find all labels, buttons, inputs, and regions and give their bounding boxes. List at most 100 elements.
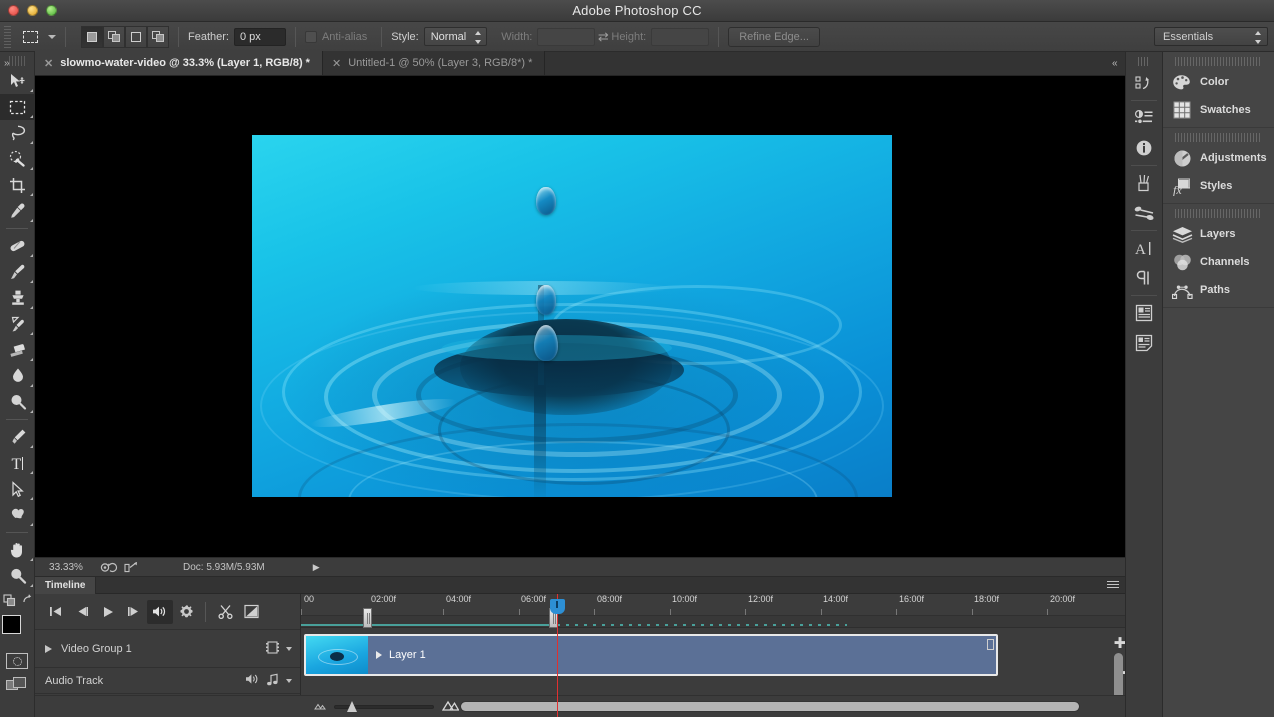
info-panel-icon[interactable] <box>1126 133 1162 163</box>
panel-button-color[interactable]: Color <box>1163 68 1274 96</box>
new-selection-icon <box>87 31 97 42</box>
notes-panel-icon[interactable] <box>1126 298 1162 328</box>
zoom-tool[interactable] <box>0 563 35 589</box>
chevron-down-icon[interactable] <box>286 678 292 683</box>
move-tool[interactable] <box>0 68 35 94</box>
zoom-level-field[interactable]: 33.33% <box>35 562 97 573</box>
panel-button-swatches[interactable]: Swatches <box>1163 96 1274 124</box>
workspace-select[interactable]: Essentials <box>1154 27 1268 46</box>
audio-mute-button[interactable] <box>147 599 173 624</box>
previous-frame-button[interactable] <box>69 600 95 624</box>
large-thumbnails-icon[interactable] <box>441 700 460 714</box>
width-input[interactable] <box>537 27 596 46</box>
foreground-color-swatch[interactable] <box>2 615 21 634</box>
tab-timeline[interactable]: Timeline <box>35 576 97 594</box>
scrollbar-thumb[interactable] <box>461 702 1079 711</box>
screen-mode-button[interactable] <box>6 677 28 693</box>
timeline-settings-button[interactable] <box>173 600 199 624</box>
adjustments-panel-icon[interactable] <box>1126 103 1162 133</box>
transition-button[interactable] <box>238 600 264 624</box>
panel-button-channels[interactable]: Channels <box>1163 248 1274 276</box>
gradient-tool[interactable] <box>0 363 35 389</box>
default-colors-and-swap[interactable] <box>0 589 35 609</box>
zoom-slider-track[interactable] <box>334 700 434 712</box>
expand-arrow-icon[interactable]: ▶ <box>313 562 320 573</box>
properties-panel-icon[interactable] <box>1126 328 1162 358</box>
work-area-start-handle[interactable] <box>363 608 372 628</box>
quick-mask-mode-button[interactable] <box>6 653 28 669</box>
history-panel-icon[interactable] <box>1126 68 1162 98</box>
path-selection-tool[interactable] <box>0 476 35 502</box>
blur-tool[interactable] <box>0 389 35 415</box>
go-to-first-frame-button[interactable] <box>43 600 69 624</box>
speaker-icon[interactable] <box>245 673 259 688</box>
tool-corner-indicator <box>30 306 33 309</box>
chevron-right-icon[interactable] <box>45 644 52 653</box>
subtract-from-selection-button[interactable] <box>125 25 147 48</box>
tool-preset-chevron-down-icon[interactable] <box>48 34 56 39</box>
rectangular-marquee-tool[interactable] <box>0 94 35 120</box>
clone-stamp-tool[interactable] <box>0 285 35 311</box>
screen-mode-icon-front <box>13 677 26 688</box>
spot-healing-brush-tool[interactable] <box>0 233 35 259</box>
color-swatches[interactable] <box>2 615 32 645</box>
paragraph-panel-icon[interactable] <box>1126 263 1162 293</box>
panel-button-paths[interactable]: Paths <box>1163 276 1274 304</box>
character-panel-icon[interactable]: A <box>1126 233 1162 263</box>
pen-tool[interactable] <box>0 424 35 450</box>
split-at-playhead-button[interactable] <box>212 600 238 624</box>
3d-preview-icon[interactable] <box>100 562 118 573</box>
new-selection-button[interactable] <box>81 25 103 48</box>
eyedropper-tool[interactable] <box>0 198 35 224</box>
work-area-bar[interactable] <box>301 608 1125 628</box>
clip-end-handle[interactable] <box>987 639 994 650</box>
anti-alias-checkbox[interactable] <box>304 30 317 43</box>
history-brush-tool[interactable] <box>0 311 35 337</box>
panel-button-layers[interactable]: Layers <box>1163 220 1274 248</box>
eraser-tool[interactable] <box>0 337 35 363</box>
timeline-zoom-slider[interactable] <box>313 700 460 714</box>
small-thumbnails-icon[interactable] <box>313 701 326 713</box>
tool-presets-panel-icon[interactable] <box>1126 198 1162 228</box>
chevron-down-icon[interactable] <box>286 646 292 651</box>
panel-button-styles[interactable]: fx Styles <box>1163 172 1274 200</box>
expand-tools-icon[interactable]: » <box>4 58 1270 69</box>
next-frame-button[interactable] <box>121 600 147 624</box>
lasso-tool[interactable] <box>0 120 35 146</box>
clip-disclosure-icon[interactable] <box>376 651 382 659</box>
tools-divider-3 <box>6 532 28 533</box>
track-row-video-group-1[interactable]: Video Group 1 <box>35 630 300 668</box>
style-select[interactable]: Normal <box>423 27 488 46</box>
options-bar-grip[interactable] <box>4 25 11 48</box>
clip-layer-1[interactable]: Layer 1 <box>304 634 998 676</box>
panel-button-adjustments[interactable]: Adjustments <box>1163 144 1274 172</box>
canvas-area[interactable] <box>35 76 1125 557</box>
height-input[interactable] <box>651 27 710 46</box>
crop-tool[interactable] <box>0 172 35 198</box>
panel-menu-icon[interactable] <box>1107 581 1119 590</box>
layers-group-grip[interactable] <box>1175 209 1262 218</box>
feather-input[interactable]: 0 px <box>233 27 286 46</box>
timeline-horizontal-scrollbar[interactable] <box>460 701 1080 712</box>
brush-presets-panel-icon[interactable] <box>1126 168 1162 198</box>
type-tool[interactable]: T <box>0 450 35 476</box>
music-note-icon[interactable] <box>266 673 279 689</box>
filmstrip-icon[interactable] <box>266 640 279 657</box>
play-button[interactable] <box>95 600 121 624</box>
share-icon[interactable] <box>124 561 138 573</box>
active-tool-preview[interactable] <box>17 26 43 48</box>
dock-divider <box>1131 230 1157 231</box>
quick-selection-tool[interactable] <box>0 146 35 172</box>
refine-edge-button[interactable]: Refine Edge... <box>728 26 820 47</box>
zoom-slider-handle[interactable] <box>347 700 357 712</box>
swap-width-height-icon[interactable]: ⇄ <box>595 29 611 44</box>
intersect-with-selection-button[interactable] <box>147 25 169 48</box>
add-to-selection-button[interactable] <box>103 25 125 48</box>
custom-shape-tool[interactable] <box>0 502 35 528</box>
timeline-ruler[interactable]: 00 02:00f 04:00f 06:00f 08:00f 10:00f 12… <box>301 594 1125 616</box>
hand-tool[interactable] <box>0 537 35 563</box>
track-row-audio-track[interactable]: Audio Track <box>35 668 300 694</box>
adjustments-group-grip[interactable] <box>1175 133 1262 142</box>
brush-tool[interactable] <box>0 259 35 285</box>
current-time-indicator[interactable] <box>550 599 565 614</box>
